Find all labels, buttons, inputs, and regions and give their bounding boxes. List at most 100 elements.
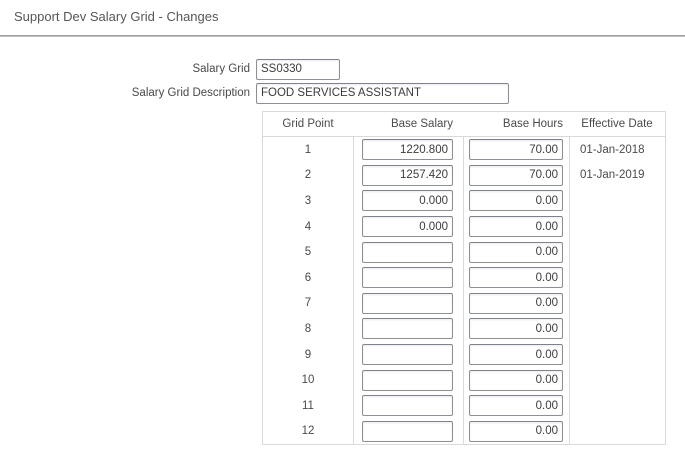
base-salary-cell	[353, 188, 463, 214]
salary-grid-field-row: Salary Grid	[0, 58, 340, 80]
effective-date-label	[569, 188, 665, 214]
base-hours-input[interactable]	[469, 139, 563, 160]
effective-date-label	[569, 393, 665, 419]
base-salary-cell	[353, 342, 463, 368]
grid-point-label: 11	[263, 393, 353, 419]
page: Support Dev Salary Grid - Changes Salary…	[0, 0, 685, 452]
table-header-row: Grid Point Base Salary Base Hours Effect…	[263, 112, 665, 137]
grid-point-label: 3	[263, 188, 353, 214]
table-row: 10	[263, 367, 665, 393]
base-hours-input[interactable]	[469, 318, 563, 339]
table-row: 5	[263, 239, 665, 265]
effective-date-label: 01-Jan-2018	[569, 137, 665, 163]
base-hours-input[interactable]	[469, 395, 563, 416]
base-hours-input[interactable]	[469, 370, 563, 391]
grid-point-label: 4	[263, 214, 353, 240]
table-row: 1 01-Jan-2018	[263, 137, 665, 163]
column-header-base-hours: Base Hours	[463, 112, 569, 136]
base-salary-input[interactable]	[362, 139, 453, 160]
effective-date-label: 01-Jan-2019	[569, 163, 665, 189]
salary-grid-label: Salary Grid	[0, 63, 256, 75]
base-hours-input[interactable]	[469, 216, 563, 237]
salary-grid-description-field-row: Salary Grid Description	[0, 82, 509, 104]
base-salary-cell	[353, 316, 463, 342]
table-row: 9	[263, 342, 665, 368]
base-hours-cell	[463, 214, 569, 240]
base-salary-input[interactable]	[362, 318, 453, 339]
base-hours-cell	[463, 291, 569, 317]
effective-date-label	[569, 239, 665, 265]
base-salary-cell	[353, 265, 463, 291]
table-row: 8	[263, 316, 665, 342]
column-header-effective-date: Effective Date	[569, 112, 665, 136]
base-salary-input[interactable]	[362, 165, 453, 186]
base-salary-input[interactable]	[362, 216, 453, 237]
base-hours-cell	[463, 316, 569, 342]
base-salary-input[interactable]	[362, 421, 453, 442]
salary-grid-description-input[interactable]	[256, 83, 509, 104]
table-row: 6	[263, 265, 665, 291]
base-salary-cell	[353, 291, 463, 317]
base-salary-input[interactable]	[362, 395, 453, 416]
base-hours-input[interactable]	[469, 165, 563, 186]
base-salary-cell	[353, 137, 463, 163]
base-hours-cell	[463, 342, 569, 368]
column-header-grid-point: Grid Point	[263, 112, 353, 136]
effective-date-label	[569, 419, 665, 445]
grid-point-label: 9	[263, 342, 353, 368]
column-header-base-salary: Base Salary	[353, 112, 463, 136]
base-hours-input[interactable]	[469, 190, 563, 211]
table-body: 1 01-Jan-2018 2 01-Jan-2019 3 4	[263, 137, 665, 444]
grid-point-label: 8	[263, 316, 353, 342]
base-salary-input[interactable]	[362, 267, 453, 288]
base-hours-cell	[463, 419, 569, 445]
effective-date-label	[569, 214, 665, 240]
base-salary-input[interactable]	[362, 344, 453, 365]
grid-point-label: 5	[263, 239, 353, 265]
salary-grid-table: Grid Point Base Salary Base Hours Effect…	[262, 111, 666, 445]
base-hours-cell	[463, 265, 569, 291]
table-row: 7	[263, 291, 665, 317]
base-hours-cell	[463, 393, 569, 419]
base-salary-input[interactable]	[362, 190, 453, 211]
base-hours-cell	[463, 239, 569, 265]
base-hours-input[interactable]	[469, 293, 563, 314]
base-hours-input[interactable]	[469, 267, 563, 288]
base-salary-cell	[353, 214, 463, 240]
base-salary-cell	[353, 367, 463, 393]
table-row: 11	[263, 393, 665, 419]
base-salary-input[interactable]	[362, 242, 453, 263]
effective-date-label	[569, 291, 665, 317]
title-divider	[0, 35, 685, 37]
base-salary-input[interactable]	[362, 370, 453, 391]
base-salary-input[interactable]	[362, 293, 453, 314]
grid-point-label: 10	[263, 367, 353, 393]
table-row: 2 01-Jan-2019	[263, 163, 665, 189]
effective-date-label	[569, 367, 665, 393]
base-hours-cell	[463, 137, 569, 163]
base-salary-cell	[353, 239, 463, 265]
base-hours-input[interactable]	[469, 344, 563, 365]
page-title: Support Dev Salary Grid - Changes	[14, 9, 218, 24]
effective-date-label	[569, 265, 665, 291]
grid-point-label: 12	[263, 419, 353, 445]
base-hours-cell	[463, 188, 569, 214]
grid-point-label: 2	[263, 163, 353, 189]
salary-grid-input[interactable]	[256, 59, 340, 80]
table-row: 12	[263, 419, 665, 445]
base-salary-cell	[353, 163, 463, 189]
base-salary-cell	[353, 419, 463, 445]
effective-date-label	[569, 342, 665, 368]
salary-grid-description-label: Salary Grid Description	[0, 87, 256, 99]
grid-point-label: 1	[263, 137, 353, 163]
base-hours-cell	[463, 163, 569, 189]
grid-point-label: 7	[263, 291, 353, 317]
base-salary-cell	[353, 393, 463, 419]
base-hours-input[interactable]	[469, 242, 563, 263]
base-hours-input[interactable]	[469, 421, 563, 442]
table-row: 4	[263, 214, 665, 240]
effective-date-label	[569, 316, 665, 342]
grid-point-label: 6	[263, 265, 353, 291]
base-hours-cell	[463, 367, 569, 393]
table-row: 3	[263, 188, 665, 214]
